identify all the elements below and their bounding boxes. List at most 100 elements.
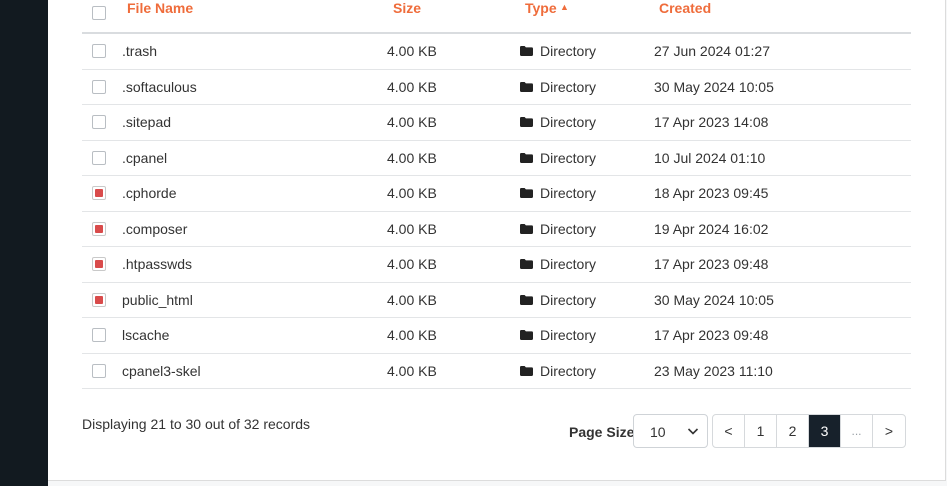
file-created: 17 Apr 2023 09:48 <box>654 256 769 272</box>
row-checkbox-checked[interactable] <box>92 257 106 271</box>
folder-icon <box>520 46 533 56</box>
page-button-1[interactable]: 1 <box>745 415 777 447</box>
file-name[interactable]: .cphorde <box>122 176 176 210</box>
file-type: Directory <box>520 176 596 210</box>
folder-icon <box>520 223 533 234</box>
file-type: Directory <box>520 247 596 281</box>
file-type-label: Directory <box>540 327 597 343</box>
file-type-label: Directory <box>540 256 597 272</box>
file-type: Directory <box>520 105 596 139</box>
file-type: Directory <box>520 141 596 175</box>
page-button-2[interactable]: 2 <box>777 415 809 447</box>
folder-icon <box>520 188 533 198</box>
table-row[interactable]: .cpanel 4.00 KB Directory 10 Jul 2024 01… <box>82 141 911 176</box>
file-created: 19 Apr 2024 16:02 <box>654 220 769 237</box>
table-row[interactable]: lscache 4.00 KB Directory 17 Apr 2023 09… <box>82 318 911 354</box>
row-checkbox[interactable] <box>92 328 106 342</box>
file-created: 17 Apr 2023 09:48 <box>654 327 769 343</box>
table-row[interactable]: .sitepad 4.00 KB Directory 17 Apr 2023 1… <box>82 105 911 141</box>
file-name[interactable]: cpanel3-skel <box>122 354 201 388</box>
file-type-label: Directory <box>540 362 597 379</box>
page-size-select[interactable]: 10 <box>633 414 708 448</box>
file-type-label: Directory <box>540 114 597 130</box>
file-size: 4.00 KB <box>387 327 437 343</box>
row-checkbox[interactable] <box>92 363 106 378</box>
file-type-label: Directory <box>540 220 597 237</box>
row-checkbox-checked[interactable] <box>92 221 106 236</box>
page-button-3-active[interactable]: 3 <box>809 415 841 447</box>
prev-page-button[interactable]: < <box>713 415 745 447</box>
page-size-value: 10 <box>650 424 666 440</box>
table-row[interactable]: .htpasswds 4.00 KB Directory 17 Apr 2023… <box>82 247 911 283</box>
column-header-file-name[interactable]: File Name <box>127 0 193 17</box>
file-size: 4.00 KB <box>387 256 437 272</box>
row-checkbox-checked[interactable] <box>92 186 106 200</box>
file-created: 30 May 2024 10:05 <box>654 291 774 308</box>
page-size-label: Page Size <box>569 424 635 440</box>
table-row[interactable]: .softaculous 4.00 KB Directory 30 May 20… <box>82 70 911 105</box>
column-header-created[interactable]: Created <box>659 0 711 17</box>
file-created: 27 Jun 2024 01:27 <box>654 43 770 59</box>
file-type-label: Directory <box>540 185 597 201</box>
row-checkbox[interactable] <box>92 150 106 165</box>
column-header-type[interactable]: Type <box>525 0 557 17</box>
file-list-panel: File Name Size Type ▲ Created .trash 4.0… <box>48 0 946 481</box>
file-name[interactable]: .cpanel <box>122 141 167 175</box>
caret-up-icon: ▲ <box>560 2 569 12</box>
file-type-label: Directory <box>540 78 597 95</box>
row-checkbox[interactable] <box>92 44 106 58</box>
file-size: 4.00 KB <box>387 185 437 201</box>
file-name[interactable]: public_html <box>122 283 193 317</box>
row-checkbox-checked[interactable] <box>92 292 106 307</box>
file-size: 4.00 KB <box>387 149 437 166</box>
file-created: 17 Apr 2023 14:08 <box>654 114 769 130</box>
file-type: Directory <box>520 34 596 68</box>
file-name[interactable]: .composer <box>122 212 187 246</box>
file-size: 4.00 KB <box>387 291 437 308</box>
table-row[interactable]: public_html 4.00 KB Directory 30 May 202… <box>82 283 911 318</box>
file-created: 30 May 2024 10:05 <box>654 78 774 95</box>
file-name[interactable]: .htpasswds <box>122 247 192 281</box>
file-size: 4.00 KB <box>387 43 437 59</box>
column-header-size[interactable]: Size <box>393 0 421 17</box>
file-type-label: Directory <box>540 149 597 166</box>
file-size: 4.00 KB <box>387 220 437 237</box>
table-row[interactable]: cpanel3-skel 4.00 KB Directory 23 May 20… <box>82 354 911 389</box>
file-type-label: Directory <box>540 291 597 308</box>
folder-icon <box>520 365 533 376</box>
file-created: 18 Apr 2023 09:45 <box>654 185 769 201</box>
row-checkbox[interactable] <box>92 79 106 94</box>
chevron-down-icon <box>687 428 699 435</box>
folder-icon <box>520 294 533 305</box>
file-type: Directory <box>520 283 596 317</box>
table-row[interactable]: .composer 4.00 KB Directory 19 Apr 2024 … <box>82 212 911 247</box>
folder-icon <box>520 81 533 92</box>
file-size: 4.00 KB <box>387 362 437 379</box>
file-table-body: .trash 4.00 KB Directory 27 Jun 2024 01:… <box>82 34 911 389</box>
file-created: 10 Jul 2024 01:10 <box>654 149 766 166</box>
folder-icon <box>520 330 533 340</box>
pagination: < 1 2 3 ... > <box>712 414 906 448</box>
file-size: 4.00 KB <box>387 114 437 130</box>
file-created: 23 May 2023 11:10 <box>654 362 773 379</box>
file-name[interactable]: .softaculous <box>122 70 197 104</box>
next-page-button[interactable]: > <box>873 415 905 447</box>
file-type: Directory <box>520 318 596 352</box>
table-row[interactable]: .trash 4.00 KB Directory 27 Jun 2024 01:… <box>82 34 911 70</box>
table-header: File Name Size Type ▲ Created <box>82 0 911 34</box>
file-name[interactable]: .sitepad <box>122 105 171 139</box>
file-type: Directory <box>520 212 596 246</box>
table-row[interactable]: .cphorde 4.00 KB Directory 18 Apr 2023 0… <box>82 176 911 212</box>
folder-icon <box>520 259 533 269</box>
row-checkbox[interactable] <box>92 115 106 129</box>
file-type-label: Directory <box>540 43 597 59</box>
folder-icon <box>520 152 533 163</box>
sidebar-edge <box>0 0 48 486</box>
file-name[interactable]: lscache <box>122 318 169 352</box>
page-ellipsis: ... <box>841 415 873 447</box>
file-size: 4.00 KB <box>387 78 437 95</box>
select-all-checkbox[interactable] <box>92 6 106 20</box>
file-type: Directory <box>520 70 596 104</box>
file-type: Directory <box>520 354 596 388</box>
file-name[interactable]: .trash <box>122 34 157 68</box>
